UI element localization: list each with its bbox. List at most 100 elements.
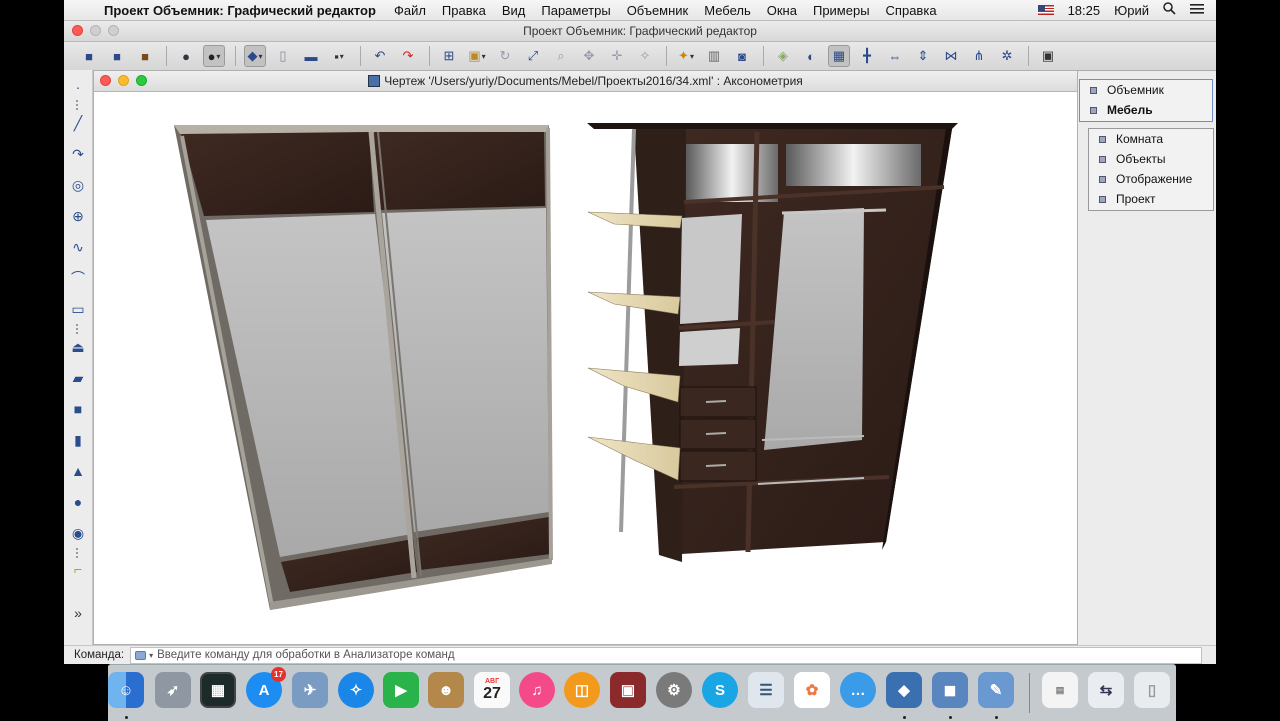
extrude-tool-icon[interactable]: ⏏ (67, 336, 89, 358)
circle-tool-icon[interactable]: ◎ (67, 174, 89, 196)
menu-file[interactable]: Файл (394, 3, 426, 18)
menu-furniture[interactable]: Мебель (704, 3, 751, 18)
safari-icon[interactable]: ✧ (338, 672, 374, 708)
image-icon[interactable]: ▥ (703, 45, 725, 67)
panel-item-room[interactable]: Комната (1089, 129, 1213, 149)
magic-wand-icon[interactable]: ✦ (675, 45, 697, 67)
arc-tool-icon[interactable]: ↷ (67, 143, 89, 165)
wardrobe-sliding-doors[interactable] (174, 125, 553, 610)
obemnik-app-icon[interactable]: ◆ (886, 672, 922, 708)
material-icon[interactable]: ◈ (772, 45, 794, 67)
curve-tool-icon[interactable]: ⌒ (67, 267, 89, 289)
light-icon[interactable]: ◐ (800, 45, 822, 67)
chevron-down-icon[interactable]: ▾ (149, 651, 153, 660)
point-tool-icon[interactable]: · (67, 76, 89, 98)
sphere-tool-icon[interactable]: ● (67, 491, 89, 513)
spotlight-search-icon[interactable] (1163, 2, 1176, 18)
photo-booth-icon[interactable]: ▣ (610, 672, 646, 708)
mission-control-icon[interactable]: ▦ (200, 672, 236, 708)
expand-toolbar-icon[interactable]: » (67, 602, 89, 624)
facetime-icon[interactable]: ▶ (383, 672, 419, 708)
render-icon[interactable]: ● (175, 45, 197, 67)
menu-app-name[interactable]: Проект Объемник: Графический редактор (104, 3, 376, 18)
panel-item-obemnik[interactable]: Объемник (1080, 80, 1212, 100)
network-router-icon[interactable]: ⇆ (1088, 672, 1124, 708)
box-tool-icon[interactable]: ■ (67, 398, 89, 420)
calendar-icon[interactable]: АВГ 27 (474, 672, 510, 708)
orbit-icon[interactable]: ✧ (634, 45, 656, 67)
cylinder-tool-icon[interactable]: ▮ (67, 429, 89, 451)
drawing-zoom-button[interactable] (136, 75, 147, 86)
finder-icon[interactable]: ☺ (108, 672, 144, 708)
measure-icon[interactable]: ⋔ (968, 45, 990, 67)
notification-center-icon[interactable] (1190, 3, 1204, 18)
new-document-icon[interactable]: ▯ (272, 45, 294, 67)
menu-help[interactable]: Справка (886, 3, 937, 18)
menu-obemnik[interactable]: Объемник (627, 3, 689, 18)
shading-mode-icon[interactable]: ● (203, 45, 225, 67)
settings-gear-icon[interactable]: ✲ (996, 45, 1018, 67)
panel-item-objects[interactable]: Объекты (1089, 149, 1213, 169)
clock[interactable]: 18:25 (1068, 3, 1101, 18)
align-icon[interactable]: ⇕ (912, 45, 934, 67)
save-icon[interactable]: ▪ (328, 45, 350, 67)
txt-file-icon[interactable]: ▤ (1042, 672, 1078, 708)
messages-icon[interactable]: … (840, 672, 876, 708)
user-name[interactable]: Юрий (1114, 3, 1149, 18)
add-horizontal-icon[interactable]: ⇔ (884, 45, 906, 67)
split-icon[interactable]: ⋈ (940, 45, 962, 67)
panel-item-project[interactable]: Проект (1089, 189, 1213, 209)
trash-icon[interactable]: ▯ (1134, 672, 1170, 708)
view-cube-icon[interactable]: ◆ (244, 45, 266, 67)
contacts-icon[interactable]: ☻ (428, 672, 464, 708)
app-store-icon[interactable]: A 17 (246, 667, 286, 708)
launchpad-icon[interactable]: ➶ (155, 672, 191, 708)
add-vertical-icon[interactable]: ╋ (856, 45, 878, 67)
menu-parameters[interactable]: Параметры (541, 3, 610, 18)
undo-icon[interactable]: ↶ (369, 45, 391, 67)
menu-edit[interactable]: Правка (442, 3, 486, 18)
panel-item-display[interactable]: Отображение (1089, 169, 1213, 189)
print-icon[interactable]: ▬ (300, 45, 322, 67)
box-select-icon[interactable]: ▣ (466, 45, 488, 67)
camera-icon[interactable]: ◙ (731, 45, 753, 67)
slab-tool-icon[interactable]: ▰ (67, 367, 89, 389)
grid-icon[interactable]: ⊞ (438, 45, 460, 67)
us-flag-icon[interactable] (1037, 5, 1054, 15)
zoom-fit-icon[interactable]: ⤢ (522, 45, 544, 67)
window-zoom-button[interactable] (108, 25, 119, 36)
redo-icon[interactable]: ↷ (397, 45, 419, 67)
cube-brown-icon[interactable]: ■ (134, 45, 156, 67)
obemnik-db-icon[interactable]: ◼ (932, 672, 968, 708)
rotate-icon[interactable]: ↻ (494, 45, 516, 67)
photos-icon[interactable]: ✿ (794, 672, 830, 708)
export-icon[interactable]: ▣ (1037, 45, 1059, 67)
wardrobe-open-shelves[interactable] (587, 123, 958, 562)
table-view-icon[interactable]: ▦ (828, 45, 850, 67)
panel-item-furniture[interactable]: Мебель (1080, 100, 1212, 120)
window-close-button[interactable] (72, 25, 83, 36)
rectangle-tool-icon[interactable]: ▭ (67, 298, 89, 320)
viewport-3d[interactable] (94, 92, 1077, 645)
itunes-icon[interactable]: ♫ (519, 672, 555, 708)
system-preferences-icon[interactable]: ⚙ (656, 672, 692, 708)
command-input[interactable]: ▾ Введите команду для обработки в Анализ… (130, 646, 1202, 664)
torus-tool-icon[interactable]: ◉ (67, 522, 89, 544)
menu-examples[interactable]: Примеры (813, 3, 870, 18)
menu-windows[interactable]: Окна (767, 3, 797, 18)
cone-tool-icon[interactable]: ▲ (67, 460, 89, 482)
window-minimize-button[interactable] (90, 25, 101, 36)
skype-icon[interactable]: S (702, 672, 738, 708)
drawing-minimize-button[interactable] (118, 75, 129, 86)
plane-tool-icon[interactable]: ⊕ (67, 205, 89, 227)
menu-view[interactable]: Вид (502, 3, 526, 18)
cube-front-icon[interactable]: ■ (78, 45, 100, 67)
obemnik-editor-icon[interactable]: ✎ (978, 672, 1014, 708)
preview-photos-icon[interactable]: ☰ (748, 672, 784, 708)
move-icon[interactable]: ✛ (606, 45, 628, 67)
line-tool-icon[interactable]: ╱ (67, 112, 89, 134)
drawing-close-button[interactable] (100, 75, 111, 86)
ibooks-icon[interactable]: ◫ (564, 672, 600, 708)
preview-icon[interactable]: ✈ (292, 672, 328, 708)
pan-icon[interactable]: ✥ (578, 45, 600, 67)
